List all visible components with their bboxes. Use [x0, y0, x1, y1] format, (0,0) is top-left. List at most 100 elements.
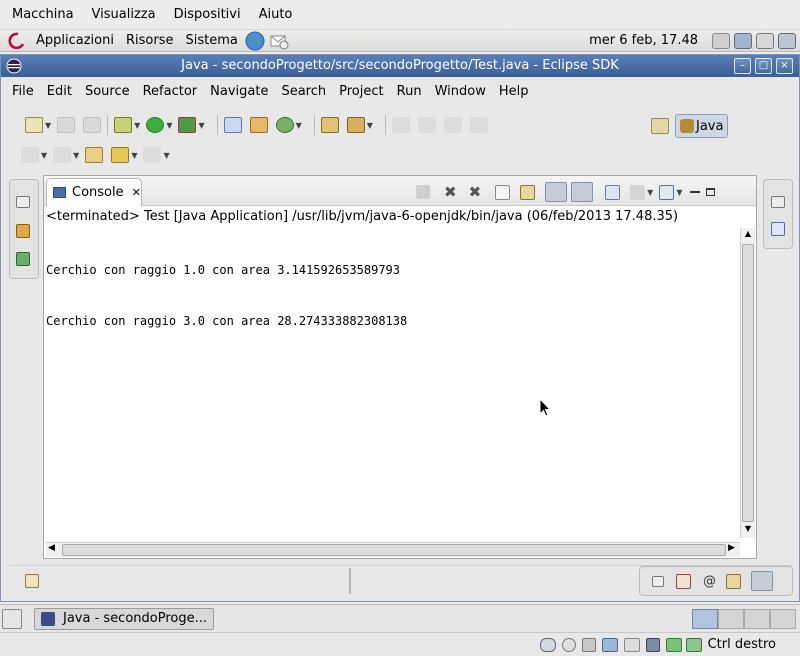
console-output[interactable]: Cerchio con raggio 1.0 con area 3.141592… [46, 228, 740, 538]
scroll-right-icon[interactable]: ▶ [728, 543, 735, 553]
scroll-up-icon[interactable]: ▲ [742, 229, 754, 241]
block-selection-icon [443, 117, 462, 133]
panel-menu-risorse[interactable]: Risorse [126, 33, 174, 48]
pin-console-icon[interactable] [605, 184, 621, 200]
workspace-4[interactable] [770, 608, 796, 629]
show-desktop-icon[interactable] [2, 608, 22, 629]
network-tray-icon[interactable] [734, 32, 752, 49]
menu-search[interactable]: Search [281, 84, 326, 99]
open-type-icon[interactable] [320, 117, 339, 133]
menu-window[interactable]: Window [435, 84, 486, 99]
last-edit-location-icon[interactable] [85, 147, 104, 163]
vbox-menu-macchina[interactable]: Macchina [12, 7, 74, 22]
back-icon[interactable] [111, 147, 130, 163]
minimize-view-icon[interactable] [690, 191, 701, 193]
search-tool-icon[interactable] [346, 117, 365, 133]
usb-icon[interactable] [581, 637, 596, 652]
console-tabbar: Console ✕ ✖ ✖ ▼ ▼ [44, 176, 756, 206]
debug-icon[interactable] [114, 117, 133, 133]
screen-tray-icon[interactable] [778, 32, 796, 49]
show-on-stdout-icon[interactable] [545, 182, 568, 202]
remove-all-terminated-icon[interactable]: ✖ [469, 183, 482, 201]
web-browser-launcher-icon[interactable] [244, 30, 266, 52]
hierarchy-icon[interactable] [16, 252, 30, 266]
panel-menu-applicazioni[interactable]: Applicazioni [36, 33, 114, 48]
workspace-3[interactable] [744, 608, 770, 629]
optical-drive-icon[interactable] [561, 637, 576, 652]
vbox-menu-visualizza[interactable]: Visualizza [92, 7, 156, 22]
debian-logo-icon[interactable] [8, 32, 28, 50]
mail-client-launcher-icon[interactable] [268, 30, 290, 52]
new-icon[interactable] [25, 117, 43, 133]
run-icon[interactable] [146, 117, 165, 133]
open-console-icon[interactable] [659, 184, 675, 200]
scroll-left-icon[interactable]: ◀ [48, 543, 55, 553]
java-perspective-icon [680, 119, 694, 133]
menu-source[interactable]: Source [85, 84, 130, 99]
horizontal-scroll-thumb[interactable] [62, 544, 726, 556]
volume-tray-icon[interactable] [756, 32, 774, 49]
declaration-icon[interactable] [726, 573, 741, 589]
clear-console-icon[interactable] [495, 184, 511, 200]
menu-refactor[interactable]: Refactor [143, 84, 198, 99]
network-adapter-icon[interactable] [601, 637, 618, 652]
problems-icon[interactable] [676, 573, 691, 589]
previous-annotation-icon [53, 147, 72, 163]
search-tray-icon[interactable] [712, 32, 730, 49]
new-java-project-icon[interactable] [223, 117, 242, 133]
console-view-icon[interactable] [751, 571, 773, 591]
toggle-breadcrumb-icon [417, 117, 436, 133]
workspace-2[interactable] [718, 608, 744, 629]
package-explorer-icon[interactable] [16, 224, 30, 238]
vertical-scroll-thumb[interactable] [742, 244, 754, 522]
console-header: <terminated> Test [Java Application] /us… [46, 209, 679, 224]
vbox-menu-aiuto[interactable]: Aiuto [259, 7, 293, 22]
mouse-integration-icon[interactable] [685, 637, 702, 652]
bottom-trim-bar: @ [9, 565, 793, 596]
maximize-button[interactable]: □ [755, 58, 772, 74]
new-java-package-icon[interactable] [249, 117, 268, 133]
virtualization-icon[interactable] [665, 637, 682, 652]
panel-clock[interactable]: mer 6 feb, 17.48 [589, 33, 698, 48]
java-perspective-button[interactable]: Java [675, 114, 729, 138]
workspace-switcher[interactable] [692, 608, 796, 629]
show-whitespace-icon [469, 117, 488, 133]
external-tools-icon[interactable] [178, 117, 197, 133]
horizontal-scrollbar[interactable]: ◀ ▶ [46, 542, 740, 557]
scroll-lock-icon[interactable] [520, 184, 536, 200]
vertical-scrollbar[interactable]: ▲ ▼ [740, 228, 755, 538]
open-perspective-icon[interactable] [651, 118, 669, 134]
host-key-label: Ctrl destro [707, 637, 776, 652]
panel-menu-sistema[interactable]: Sistema [185, 33, 237, 48]
menu-project[interactable]: Project [339, 84, 383, 99]
menu-help[interactable]: Help [499, 84, 529, 99]
taskbar-item-eclipse[interactable]: Java - secondoProge... [34, 607, 214, 630]
outline-icon[interactable] [771, 222, 785, 236]
menu-navigate[interactable]: Navigate [210, 84, 268, 99]
close-tab-icon[interactable]: ✕ [132, 186, 141, 199]
javadoc-icon[interactable]: @ [703, 574, 716, 589]
window-titlebar[interactable]: Java - secondoProgetto/src/secondoProget… [1, 55, 799, 77]
video-capture-icon[interactable] [645, 637, 660, 652]
shared-folders-icon[interactable] [623, 637, 640, 652]
restore-view-icon-right[interactable] [771, 196, 785, 208]
restore-view-icon-bottom[interactable] [652, 575, 664, 587]
workspace-1[interactable] [692, 608, 718, 629]
menu-run[interactable]: Run [397, 84, 422, 99]
menu-edit[interactable]: Edit [47, 84, 72, 99]
fast-view-icon[interactable] [25, 574, 39, 588]
minimize-button[interactable]: – [734, 58, 751, 74]
vbox-menubar: Macchina Visualizza Dispositivi Aiuto [0, 0, 800, 30]
menu-file[interactable]: File [12, 84, 34, 99]
status-separator [349, 568, 351, 594]
close-button[interactable]: × [776, 58, 793, 74]
restore-view-icon[interactable] [16, 196, 30, 208]
new-java-class-icon[interactable] [275, 117, 294, 133]
remove-launch-icon[interactable]: ✖ [444, 183, 457, 201]
scroll-down-icon[interactable]: ▼ [742, 524, 754, 536]
show-on-stderr-icon[interactable] [571, 182, 594, 202]
hard-disk-icon[interactable] [539, 637, 556, 652]
maximize-view-icon[interactable] [706, 188, 716, 196]
tab-console[interactable]: Console ✕ [46, 178, 142, 206]
vbox-menu-dispositivi[interactable]: Dispositivi [174, 7, 241, 22]
